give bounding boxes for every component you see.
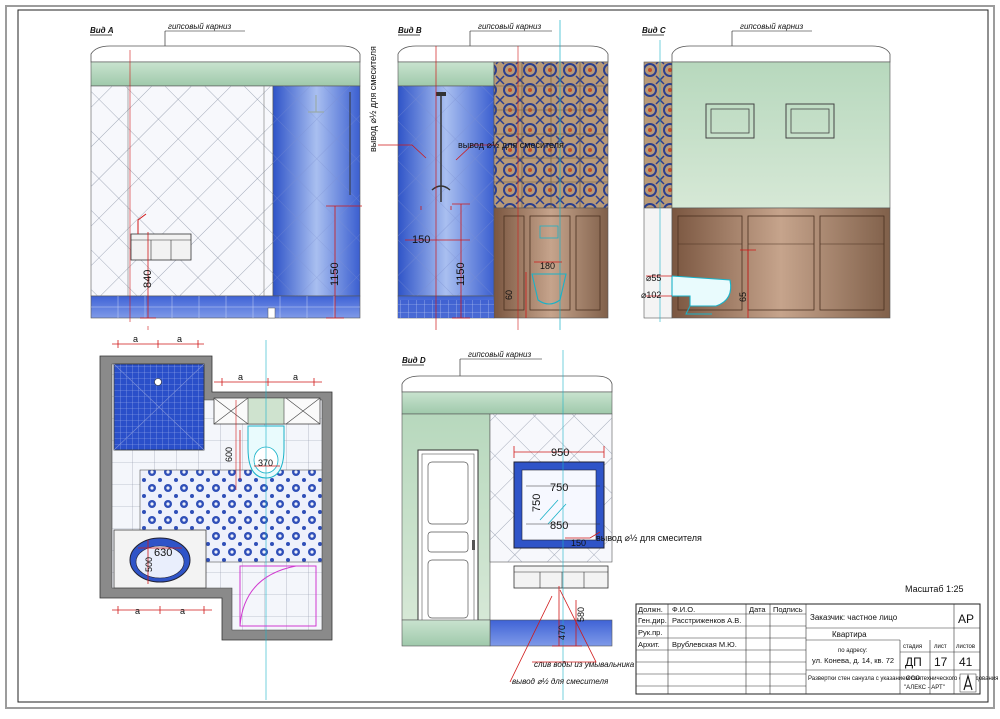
view-c-ornament-column [643,61,673,209]
view-b-note-right: вывод ⌀½ для смесителя [458,140,564,150]
tb-header-position: Должн. [638,605,663,614]
plan-dim-370: 370 [258,458,273,468]
view-b-dim-wc-width: 180 [540,261,555,271]
view-a-sink-cabinet [130,233,192,261]
view-d-dim-580: 580 [576,607,586,622]
view-d-dim-850: 850 [550,520,568,532]
tb-row-3-name: Врублевская М.Ю. [672,640,737,649]
view-b-dim-150: 150 [412,234,430,246]
plan-dim-500: 500 [144,557,154,572]
plan-dim-600: 600 [224,447,234,462]
view-c-cornice [671,45,891,63]
view-b-cornice [397,45,609,63]
tb-address-1: по адресу: [838,648,868,654]
view-d-note-drain: слив воды из умывальника [534,660,635,669]
tb-header-name: Ф.И.О. [672,605,695,614]
view-d-cornice-label: гипсовый карниз [468,350,532,359]
view-b-dim-wc-height: 60 [504,290,514,300]
view-a-cornice [90,45,361,63]
view-a-dim-sink-height: 840 [142,270,154,288]
tb-address-2: ул. Конева, д. 14, кв. 72 [812,656,894,665]
view-a-dim-shower-height: 1150 [329,262,341,286]
view-d-cornice [401,375,613,393]
view-d-dim-950: 950 [551,447,569,459]
view-d-dim-470: 470 [557,625,567,640]
tb-client: Заказчик: частное лицо [810,613,898,622]
plan-dim-a-6: a [180,606,185,616]
view-d-note-mixer: вывод ⌀½ для смесителя [596,533,702,543]
view-b: Вид В гипсовый карниз 150 1150 вывод ⌀½ … [368,20,609,330]
drawing-sheet: Вид А гипсовый карниз 840 1150 Вид В гип… [0,0,1000,714]
view-c-dim-height: 65 [738,292,748,302]
view-c-dim-d102: ⌀102 [641,290,661,300]
view-b-green-frieze [397,61,495,87]
view-a-cornice-label: гипсовый карниз [168,22,232,31]
plan-dim-630: 630 [154,547,172,559]
tb-row-3-role: Архит. [638,640,660,649]
plan-dim-a-3: a [238,372,243,382]
view-c-dim-d55: ⌀55 [646,273,661,283]
tb-row-2-role: Рук.пр. [638,628,662,637]
view-a-green-frieze [90,61,361,87]
tb-code: АР [958,612,974,626]
view-c-green-wall [671,61,891,209]
plan-dim-a-1: a [133,334,138,344]
view-a: Вид А гипсовый карниз 840 1150 [90,22,362,330]
view-c-label: Вид С [642,26,666,35]
view-b-cornice-label: гипсовый карниз [478,22,542,31]
view-d-door [417,449,479,629]
plan-dim-a-4: a [293,372,298,382]
view-d-dim-150: 150 [571,538,586,548]
company-logo [959,673,977,693]
tb-header-date: Дата [749,605,766,614]
scale-label: Масштаб 1:25 [905,584,964,594]
tb-sheet: 17 [934,655,948,669]
view-c-cornice-label: гипсовый карниз [740,22,804,31]
drawing-svg: Вид А гипсовый карниз 840 1150 Вид В гип… [5,5,998,709]
view-b-note-left: вывод ⌀½ для смесителя [368,46,378,152]
tb-sheets: 41 [959,655,973,669]
tb-row-1-name: Расстриженков А.В. [672,616,741,625]
view-d-dim-750h: 750 [531,494,543,512]
tb-object: Квартира [832,630,867,639]
tb-header-sheet: лист [934,644,947,650]
tb-row-1-role: Ген.дир. [638,616,667,625]
plan-dim-a-5: a [135,606,140,616]
view-a-label: Вид А [90,26,114,35]
view-b-label: Вид В [398,26,422,35]
plan-dim-a-2: a [177,334,182,344]
view-b-dim-1150: 1150 [455,262,467,286]
view-c: Вид С гипсовый карниз ⌀55 ⌀102 65 [641,22,891,322]
view-d-dim-750w: 750 [550,482,568,494]
view-d-vanity [513,565,609,589]
tb-header-sign: Подпись [773,605,803,614]
tb-stage: ДП [905,655,922,669]
tb-header-stage: стадия [903,644,922,650]
tb-company-2: "АЛЕКС - АРТ" [904,685,945,691]
tb-company-1: ООО [906,676,920,682]
tb-header-sheets: листов [956,644,975,650]
view-d-label: Вид D [402,356,426,365]
title-block: Должн. Ф.И.О. Дата Подпись Ген.дир. Расс… [635,603,998,695]
view-d-note-mixer2: вывод ⌀½ для смесителя [512,677,609,686]
